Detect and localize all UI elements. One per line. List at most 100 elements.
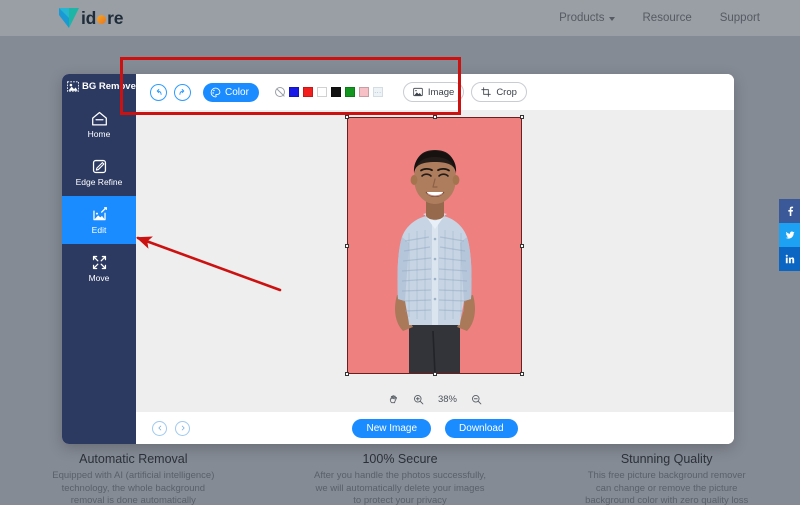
redo-button[interactable] bbox=[174, 84, 191, 101]
swatch-pink[interactable] bbox=[359, 87, 369, 97]
nav-item-products-label: Products bbox=[559, 12, 604, 24]
zoom-out-icon[interactable] bbox=[471, 394, 482, 405]
crop-button[interactable]: Crop bbox=[471, 82, 527, 102]
feature-body: This free picture background remover can… bbox=[533, 470, 800, 505]
swatch-more-button[interactable]: ... bbox=[373, 87, 383, 97]
resize-handle-middle-left[interactable] bbox=[345, 244, 349, 248]
selected-image-frame[interactable] bbox=[347, 117, 522, 374]
new-image-button[interactable]: New Image bbox=[352, 419, 431, 438]
logo-text-pre: id bbox=[81, 6, 96, 30]
next-image-button[interactable] bbox=[175, 421, 190, 436]
bg-remover-app-window: BG Remover Home Edge Refine bbox=[62, 74, 734, 444]
site-logo[interactable]: id re bbox=[58, 6, 123, 30]
palette-icon bbox=[210, 87, 221, 98]
app-sidebar: BG Remover Home Edge Refine bbox=[62, 74, 136, 444]
zoom-controls: 38% bbox=[136, 386, 734, 412]
features-section: Automatic Removal Equipped with AI (arti… bbox=[0, 448, 800, 505]
feature-line: After you handle the photos successfully… bbox=[267, 470, 534, 483]
sidebar-spacer bbox=[62, 92, 136, 100]
swatch-black[interactable] bbox=[331, 87, 341, 97]
feature-title: 100% Secure bbox=[267, 452, 534, 466]
swatch-white[interactable] bbox=[317, 87, 327, 97]
crop-button-label: Crop bbox=[496, 87, 517, 98]
feature-line: removal is done automatically bbox=[0, 495, 267, 505]
editor-bottom-bar: New Image Download bbox=[136, 412, 734, 444]
zoom-in-icon[interactable] bbox=[413, 394, 424, 405]
image-button[interactable]: Image bbox=[403, 82, 464, 102]
social-share-rail bbox=[779, 199, 800, 271]
feature-line: This free picture background remover bbox=[533, 470, 800, 483]
subject-photo bbox=[347, 117, 522, 374]
primary-actions: New Image Download bbox=[136, 419, 734, 438]
swatch-blue[interactable] bbox=[289, 87, 299, 97]
sidebar-item-edge-refine-label: Edge Refine bbox=[76, 178, 123, 187]
home-icon bbox=[91, 110, 108, 127]
chevron-right-icon bbox=[180, 425, 186, 431]
resize-handle-bottom-left[interactable] bbox=[345, 372, 349, 376]
twitter-icon bbox=[785, 230, 795, 240]
resize-handle-middle-right[interactable] bbox=[520, 244, 524, 248]
sidebar-item-edge-refine[interactable]: Edge Refine bbox=[62, 148, 136, 196]
feature-line: background color with zero quality loss bbox=[533, 495, 800, 505]
undo-icon bbox=[154, 88, 163, 97]
share-facebook-button[interactable] bbox=[779, 199, 800, 223]
resize-handle-bottom-center[interactable] bbox=[433, 372, 437, 376]
nav-item-resource[interactable]: Resource bbox=[643, 12, 692, 24]
color-tool-label: Color bbox=[225, 87, 249, 98]
swatch-no-color[interactable] bbox=[275, 87, 285, 97]
feature-100-secure: 100% Secure After you handle the photos … bbox=[267, 448, 534, 505]
nav-item-products[interactable]: Products bbox=[559, 12, 614, 24]
site-header: id re Products Resource Support bbox=[0, 0, 800, 36]
chevron-left-icon bbox=[157, 425, 163, 431]
sidebar-item-home-label: Home bbox=[88, 130, 111, 139]
nav-item-support-label: Support bbox=[720, 12, 760, 24]
resize-handle-top-left[interactable] bbox=[345, 115, 349, 119]
facebook-icon bbox=[785, 206, 795, 216]
share-linkedin-button[interactable] bbox=[779, 247, 800, 271]
resize-handle-top-right[interactable] bbox=[520, 115, 524, 119]
swatch-green[interactable] bbox=[345, 87, 355, 97]
feature-line: technology, the whole background bbox=[0, 483, 267, 496]
vidmore-check-icon bbox=[58, 6, 80, 30]
app-main-panel: Color ... Image bbox=[136, 74, 734, 444]
image-content bbox=[347, 117, 522, 374]
sidebar-item-edit[interactable]: Edit bbox=[62, 196, 136, 244]
sidebar-item-move[interactable]: Move bbox=[62, 244, 136, 292]
resize-handle-top-center[interactable] bbox=[433, 115, 437, 119]
chevron-down-icon bbox=[609, 17, 615, 21]
feature-stunning-quality: Stunning Quality This free picture backg… bbox=[533, 448, 800, 505]
prev-image-button[interactable] bbox=[152, 421, 167, 436]
app-brand: BG Remover bbox=[62, 74, 136, 92]
sidebar-item-home[interactable]: Home bbox=[62, 100, 136, 148]
linkedin-icon bbox=[785, 254, 795, 264]
crop-icon bbox=[481, 87, 491, 97]
share-twitter-button[interactable] bbox=[779, 223, 800, 247]
image-button-label: Image bbox=[428, 87, 454, 98]
redo-icon bbox=[178, 88, 187, 97]
logo-text-post: re bbox=[107, 6, 123, 30]
editor-toolbar: Color ... Image bbox=[136, 74, 734, 110]
feature-line: to protect your privacy bbox=[267, 495, 534, 505]
feature-body: Equipped with AI (artificial intelligenc… bbox=[0, 470, 267, 505]
app-brand-label: BG Remover bbox=[82, 81, 140, 92]
undo-button[interactable] bbox=[150, 84, 167, 101]
swatch-red[interactable] bbox=[303, 87, 313, 97]
edit-image-icon bbox=[91, 206, 108, 223]
circle-o-icon bbox=[97, 15, 106, 24]
nav-item-resource-label: Resource bbox=[643, 12, 692, 24]
color-swatch-list: ... bbox=[275, 87, 383, 97]
edge-refine-icon bbox=[91, 158, 108, 175]
logo-wordmark: id re bbox=[81, 6, 123, 30]
zoom-level-label: 38% bbox=[438, 394, 457, 405]
feature-line: Equipped with AI (artificial intelligenc… bbox=[0, 470, 267, 483]
editor-canvas[interactable] bbox=[136, 110, 734, 386]
feature-title: Stunning Quality bbox=[533, 452, 800, 466]
site-nav: Products Resource Support bbox=[559, 0, 760, 36]
resize-handle-bottom-right[interactable] bbox=[520, 372, 524, 376]
color-tool-button[interactable]: Color bbox=[203, 83, 259, 102]
move-icon bbox=[91, 254, 108, 271]
hand-icon[interactable] bbox=[388, 394, 399, 405]
picture-icon bbox=[413, 87, 423, 97]
download-button[interactable]: Download bbox=[445, 419, 517, 438]
nav-item-support[interactable]: Support bbox=[720, 12, 760, 24]
